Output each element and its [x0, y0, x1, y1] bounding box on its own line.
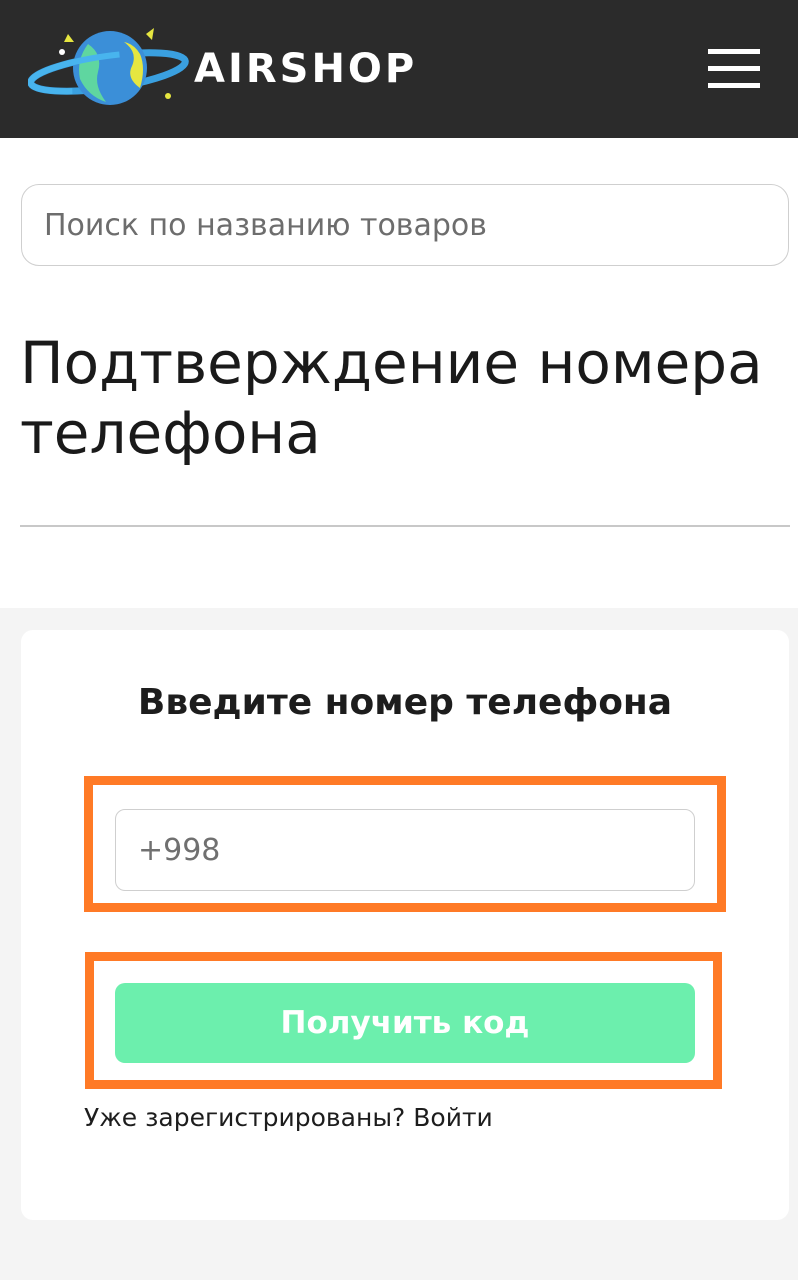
- already-registered-text: Уже зарегистрированы?: [84, 1103, 406, 1132]
- get-code-button[interactable]: Получить код: [115, 983, 695, 1063]
- planet-logo-icon[interactable]: [28, 24, 198, 114]
- login-link[interactable]: Войти: [413, 1103, 493, 1132]
- divider: [20, 525, 790, 527]
- page-title: Подтверждение номера телефона: [20, 329, 763, 467]
- phone-input[interactable]: [115, 809, 695, 891]
- form-title: Введите номер телефона: [137, 682, 673, 723]
- form-section: Введите номер телефона Получить код Уже …: [0, 608, 798, 1280]
- page-content: Подтверждение номера телефона Введите но…: [0, 138, 798, 1280]
- login-prompt: Уже зарегистрированы? Войти: [84, 1103, 493, 1132]
- top-header: AIRSHOP: [0, 0, 798, 138]
- hamburger-menu-icon[interactable]: [706, 47, 762, 91]
- phone-form-card: Введите номер телефона Получить код Уже …: [21, 630, 789, 1220]
- brand-name[interactable]: AIRSHOP: [194, 46, 417, 92]
- search-input[interactable]: [21, 184, 789, 266]
